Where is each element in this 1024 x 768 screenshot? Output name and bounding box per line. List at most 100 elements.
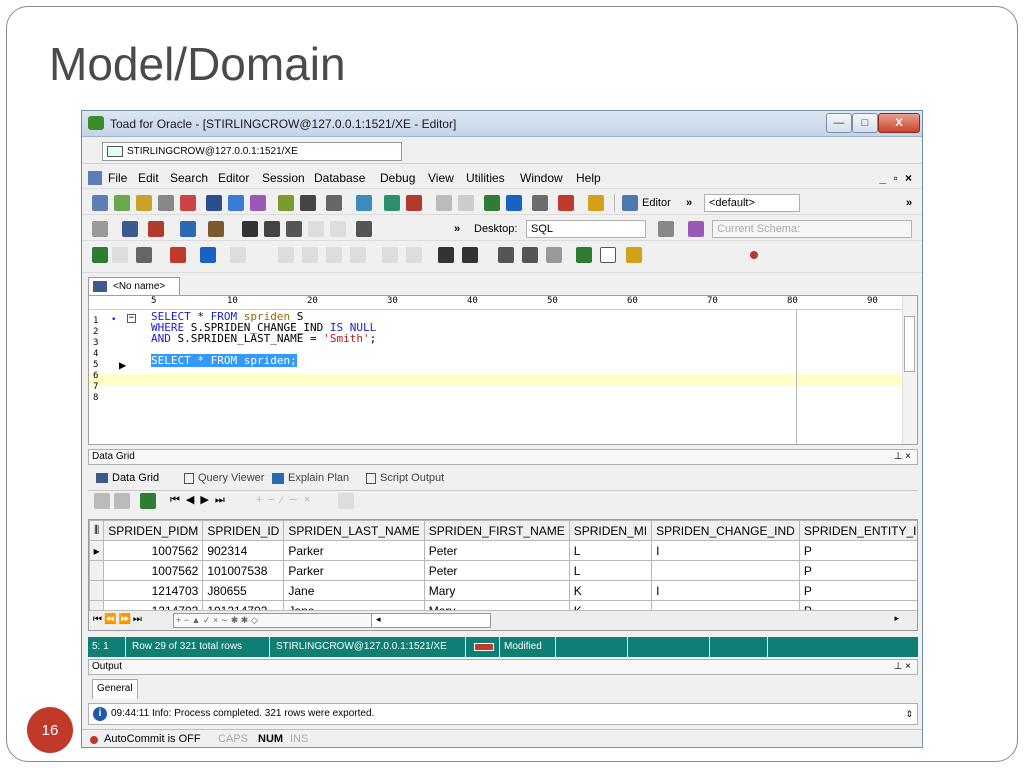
debug-icon[interactable] — [200, 247, 216, 263]
menu-view[interactable]: View — [428, 171, 454, 185]
grid-icon[interactable] — [228, 195, 244, 211]
column-header[interactable]: SPRIDEN_FIRST_NAME — [423, 520, 570, 541]
browser-icon[interactable] — [300, 195, 316, 211]
menu-search[interactable]: Search — [170, 171, 208, 185]
cut-icon[interactable] — [498, 247, 514, 263]
import-icon[interactable] — [406, 195, 422, 211]
connection-tab[interactable]: STIRLINGCROW@127.0.0.1:1521/XE — [102, 142, 402, 161]
open-icon[interactable] — [180, 221, 196, 237]
report-icon[interactable] — [326, 195, 342, 211]
tip-icon[interactable] — [588, 195, 604, 211]
table-row[interactable]: 1214703 J80655 Jane Mary K I P — [89, 580, 917, 601]
cell[interactable]: Peter — [423, 540, 570, 561]
menu-database[interactable]: Database — [314, 171, 365, 185]
results-grid[interactable]: ⦀ SPRIDEN_PIDM SPRIDEN_ID SPRIDEN_LAST_N… — [88, 519, 918, 631]
pin-close-icon[interactable]: ⊥ × — [894, 450, 911, 464]
table-row[interactable]: 1007562 101007538 Parker Peter L P — [89, 560, 917, 581]
gear-icon[interactable] — [688, 221, 704, 237]
star-icon[interactable] — [458, 195, 474, 211]
tab-script-output[interactable]: Script Output — [380, 472, 444, 484]
close-button[interactable]: X — [878, 113, 920, 133]
grid-edit-buttons[interactable]: + − ▲ ✓ × ∼ ✱ ✱ ◇ — [173, 613, 373, 628]
tab-query-viewer[interactable]: Query Viewer — [198, 472, 264, 484]
output-tab-general[interactable]: General — [92, 679, 138, 699]
doc-tab[interactable]: <No name> — [88, 277, 180, 295]
disconnect-icon[interactable] — [558, 195, 574, 211]
editor-label[interactable]: Editor — [642, 197, 671, 209]
cell[interactable]: I — [651, 580, 800, 601]
cell[interactable]: P — [798, 580, 917, 601]
horizontal-scroll-left-icon[interactable]: ◂ — [371, 613, 491, 628]
editor-scroll-thumb[interactable] — [904, 316, 915, 372]
template-icon[interactable] — [462, 247, 478, 263]
editor-window-icon[interactable] — [622, 195, 638, 211]
pencil-icon[interactable] — [626, 247, 642, 263]
connect-icon[interactable] — [532, 195, 548, 211]
menu-utilities[interactable]: Utilities — [466, 171, 505, 185]
tab-data-grid[interactable]: Data Grid — [112, 472, 159, 484]
cell[interactable] — [651, 560, 800, 581]
new-icon[interactable] — [92, 195, 108, 211]
paste-icon[interactable] — [546, 247, 562, 263]
cell[interactable]: P — [798, 560, 917, 581]
cell[interactable]: I — [651, 540, 800, 561]
menu-debug[interactable]: Debug — [380, 171, 415, 185]
column-header[interactable]: SPRIDEN_LAST_NAME — [283, 520, 425, 541]
clock-icon[interactable] — [436, 195, 452, 211]
commit-grid-icon[interactable] — [94, 493, 110, 509]
cell[interactable]: L — [568, 540, 653, 561]
cell[interactable]: J80655 — [202, 580, 285, 601]
tab-explain-plan[interactable]: Explain Plan — [288, 472, 349, 484]
fold-toggle-icon[interactable]: − — [127, 314, 136, 323]
default-combo[interactable]: <default> — [704, 194, 800, 212]
tool-icon[interactable] — [136, 195, 152, 211]
menu-edit[interactable]: Edit — [138, 171, 159, 185]
cell[interactable]: 1007562 — [103, 560, 204, 581]
stop-icon[interactable] — [170, 247, 186, 263]
cell[interactable]: Jane — [283, 580, 425, 601]
table-row[interactable]: ▸ 1007562 902314 Parker Peter L I P — [89, 540, 917, 561]
cell[interactable]: Peter — [423, 560, 570, 581]
record-nav-icons[interactable]: ⏮◀▶⏭ — [170, 493, 231, 507]
pen-icon[interactable] — [208, 221, 224, 237]
save-icon[interactable] — [242, 221, 258, 237]
kill-icon[interactable] — [148, 221, 164, 237]
editor-scrollbar[interactable] — [902, 296, 917, 444]
cell[interactable]: 1007562 — [103, 540, 204, 561]
grid-nav-buttons[interactable]: ⏮⏪⏩⏭ — [93, 614, 144, 625]
wand-icon[interactable] — [250, 195, 266, 211]
print-icon[interactable] — [356, 221, 372, 237]
cell[interactable]: Mary — [423, 580, 570, 601]
save-all-icon[interactable] — [264, 221, 280, 237]
connect-dropdown-icon[interactable] — [92, 221, 108, 237]
run-icon[interactable] — [92, 247, 108, 263]
cell[interactable]: Parker — [283, 560, 425, 581]
sql-icon[interactable] — [158, 195, 174, 211]
menu-file[interactable]: File — [108, 171, 127, 185]
explain-icon[interactable] — [136, 247, 152, 263]
current-schema-combo[interactable]: Current Schema: — [712, 220, 912, 238]
rollback-grid-icon[interactable] — [114, 493, 130, 509]
grid-options-icon[interactable] — [140, 493, 156, 509]
table-icon[interactable] — [180, 195, 196, 211]
new-page-icon[interactable] — [600, 247, 616, 263]
export-icon[interactable] — [384, 195, 400, 211]
output-spinner-icon[interactable]: ⇕ — [905, 704, 913, 724]
menu-window[interactable]: Window — [520, 171, 563, 185]
layout-icon[interactable] — [658, 221, 674, 237]
output-pin-close-icon[interactable]: ⊥ × — [894, 660, 911, 674]
cell[interactable]: P — [798, 540, 917, 561]
cell[interactable]: L — [568, 560, 653, 581]
desktop-select[interactable]: SQL — [526, 220, 646, 238]
schema-icon[interactable] — [278, 195, 294, 211]
save-as-icon[interactable] — [286, 221, 302, 237]
sql-recall-icon[interactable] — [576, 247, 592, 263]
column-header[interactable]: SPRIDEN_MI — [568, 520, 653, 541]
rollback-icon[interactable] — [506, 195, 522, 211]
overflow-chevron-icon-3[interactable]: » — [454, 223, 460, 235]
minimize-button[interactable]: — — [826, 113, 852, 133]
sql-editor-icon[interactable] — [122, 221, 138, 237]
column-header[interactable]: SPRIDEN_PIDM — [103, 520, 204, 541]
commit-icon[interactable] — [484, 195, 500, 211]
mdi-controls[interactable]: _ ▫ × — [879, 171, 914, 185]
